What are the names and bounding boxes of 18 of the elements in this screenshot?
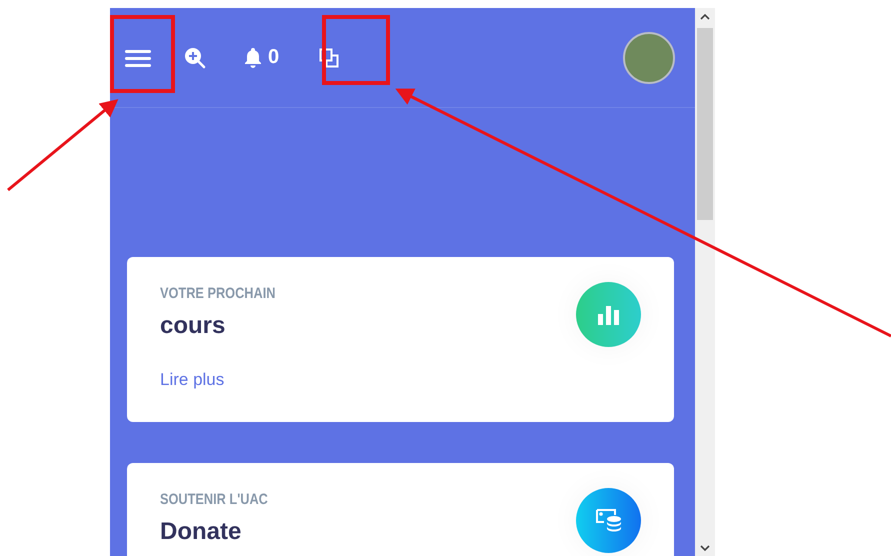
- scroll-down-icon[interactable]: [700, 545, 710, 552]
- scroll-up-icon[interactable]: [700, 13, 710, 20]
- card-label: VOTRE PROCHAIN: [160, 285, 276, 302]
- card-title: cours: [160, 312, 226, 340]
- bell-icon: [244, 47, 262, 68]
- bar-chart-icon: [598, 304, 620, 324]
- highlight-box: [322, 15, 390, 85]
- notifications-button[interactable]: 0: [238, 40, 286, 75]
- scrollbar[interactable]: [695, 8, 715, 556]
- read-more-link[interactable]: Lire plus: [160, 370, 224, 390]
- avatar-placeholder[interactable]: [623, 32, 675, 84]
- scrollbar-thumb[interactable]: [697, 28, 713, 220]
- menu-icon: [125, 48, 151, 68]
- card-title: Donate: [160, 518, 242, 546]
- copy-icon: [319, 48, 340, 68]
- money-coins-icon: [594, 508, 622, 534]
- zoom-in-icon: [184, 46, 206, 68]
- card-label: SOUTENIR L'UAC: [160, 491, 268, 508]
